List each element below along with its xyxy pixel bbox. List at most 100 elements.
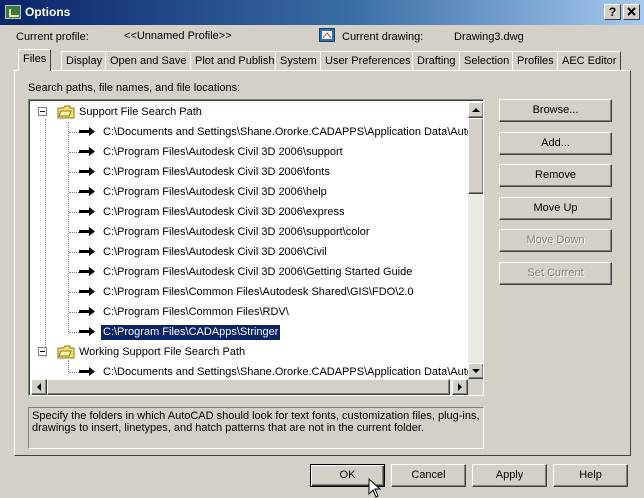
tree-item-label: Support File Search Path	[79, 106, 202, 118]
tab-label: Files	[23, 53, 47, 65]
tab-plot-and-publish[interactable]: Plot and Publish	[190, 51, 280, 70]
arrow-right-icon	[79, 207, 95, 216]
set-current-button[interactable]: Set Current	[499, 262, 612, 285]
folder-icon	[57, 105, 75, 119]
cancel-button[interactable]: Cancel	[391, 464, 466, 487]
arrow-right-icon	[79, 227, 95, 236]
tab-aec-editor[interactable]: AEC Editor	[557, 51, 622, 70]
tree-item-label: C:\Program Files\Autodesk Civil 3D 2006\…	[103, 186, 327, 198]
horizontal-scrollbar[interactable]	[31, 379, 468, 395]
arrow-right-icon	[79, 327, 95, 336]
horizontal-scroll-thumb[interactable]	[47, 379, 450, 395]
tree-path-item[interactable]: C:\Program Files\Autodesk Civil 3D 2006\…	[31, 142, 468, 162]
tree-item-label: C:\Program Files\Autodesk Civil 3D 2006\…	[103, 166, 330, 178]
tree-item-label: C:\Documents and Settings\Shane.Ororke.C…	[103, 126, 468, 138]
tree-folder-working-support-path[interactable]: Working Support File Search Path	[31, 342, 468, 362]
current-drawing-label: Current drawing:	[342, 31, 424, 43]
arrow-up-icon	[472, 108, 480, 112]
close-icon	[627, 7, 636, 16]
tree-path-item[interactable]: C:\Program Files\Autodesk Civil 3D 2006\…	[31, 202, 468, 222]
tab-label: Profiles	[517, 55, 554, 67]
tree-item-label: C:\Program Files\Autodesk Civil 3D 2006\…	[103, 226, 370, 238]
tree-item-label: C:\Program Files\Autodesk Civil 3D 2006\…	[103, 146, 343, 158]
move-up-button[interactable]: Move Up	[499, 197, 612, 220]
scroll-left-button[interactable]	[31, 379, 47, 395]
tab-user-preferences[interactable]: User Preferences	[320, 51, 416, 70]
current-profile-label: Current profile:	[16, 31, 89, 43]
scroll-down-button[interactable]	[468, 363, 483, 379]
scroll-right-button[interactable]	[452, 379, 468, 395]
tab-label: AEC Editor	[562, 55, 617, 67]
move-down-button[interactable]: Move Down	[499, 229, 612, 252]
arrow-left-icon	[37, 383, 41, 391]
title-bar: Options ?	[0, 0, 644, 25]
tree-item-label: C:\Program Files\Common Files\RDV\	[103, 306, 289, 318]
tree-path-item-selected[interactable]: C:\Program Files\CADApps\Stringer	[31, 322, 468, 342]
tab-selection[interactable]: Selection	[459, 51, 515, 70]
tab-system[interactable]: System	[275, 51, 322, 70]
arrow-right-icon	[79, 167, 95, 176]
tab-display[interactable]: Display	[61, 51, 108, 70]
arrow-right-icon	[79, 147, 95, 156]
tree-item-label: C:\Program Files\Autodesk Civil 3D 2006\…	[103, 266, 413, 278]
drawing-icon	[319, 28, 335, 42]
search-path-tree[interactable]: Support File Search Path C:\Documents an…	[28, 99, 484, 396]
tree-item-label: C:\Program Files\Autodesk Civil 3D 2006\…	[103, 206, 345, 218]
tab-open-and-save[interactable]: Open and Save	[105, 51, 192, 70]
mouse-cursor-icon	[368, 478, 382, 498]
current-drawing-value: Drawing3.dwg	[454, 31, 524, 43]
help-button[interactable]: Help	[553, 464, 628, 487]
tab-label: User Preferences	[325, 55, 411, 67]
tree-path-item[interactable]: C:\Documents and Settings\Shane.Ororke.C…	[31, 362, 468, 379]
help-title-button[interactable]: ?	[604, 4, 621, 20]
folder-icon	[57, 345, 75, 359]
tree-path-item[interactable]: C:\Program Files\Common Files\RDV\	[31, 302, 468, 322]
tab-label: Drafting	[417, 55, 456, 67]
tab-label: Display	[66, 55, 103, 67]
arrow-right-icon	[79, 187, 95, 196]
arrow-right-icon	[79, 247, 95, 256]
description-box: Specify the folders in which AutoCAD sho…	[28, 407, 484, 449]
tab-label: Plot and Publish	[195, 55, 275, 67]
browse-button[interactable]: Browse...	[499, 99, 612, 122]
tab-label: Open and Save	[110, 55, 187, 67]
current-profile-value: <<Unnamed Profile>>	[124, 30, 232, 42]
tree-path-item[interactable]: C:\Program Files\Common Files\Autodesk S…	[31, 282, 468, 302]
tree-item-label: Working Support File Search Path	[79, 346, 246, 358]
tree-item-label: C:\Program Files\Autodesk Civil 3D 2006\…	[103, 246, 327, 258]
tree-path-item[interactable]: C:\Program Files\Autodesk Civil 3D 2006\…	[31, 182, 468, 202]
remove-button[interactable]: Remove	[499, 164, 612, 187]
arrow-right-icon	[79, 127, 95, 136]
apply-button[interactable]: Apply	[472, 464, 547, 487]
collapse-icon[interactable]	[38, 107, 47, 116]
arrow-down-icon	[472, 369, 480, 373]
scroll-up-button[interactable]	[468, 102, 483, 118]
tree-item-label: C:\Program Files\Common Files\Autodesk S…	[103, 286, 414, 298]
tree-item-label: C:\Program Files\CADApps\Stringer	[99, 324, 282, 341]
close-window-button[interactable]	[623, 4, 640, 20]
vertical-scroll-thumb[interactable]	[468, 118, 483, 194]
tree-item-label: C:\Documents and Settings\Shane.Ororke.C…	[103, 366, 468, 378]
tab-profiles[interactable]: Profiles	[512, 51, 559, 70]
scrollbar-corner	[468, 379, 483, 395]
tab-label: System	[280, 55, 317, 67]
tree-path-item[interactable]: C:\Program Files\Autodesk Civil 3D 2006\…	[31, 222, 468, 242]
arrow-right-icon	[79, 267, 95, 276]
add-button[interactable]: Add...	[499, 132, 612, 155]
collapse-icon[interactable]	[38, 347, 47, 356]
tree-folder-support-path[interactable]: Support File Search Path	[31, 102, 468, 122]
vertical-scrollbar[interactable]	[468, 102, 483, 379]
tree-rows: Support File Search Path C:\Documents an…	[31, 102, 468, 379]
arrow-right-icon	[79, 367, 95, 376]
app-icon	[5, 5, 21, 19]
tree-path-item[interactable]: C:\Program Files\Autodesk Civil 3D 2006\…	[31, 242, 468, 262]
arrow-right-icon	[458, 383, 462, 391]
arrow-right-icon	[79, 287, 95, 296]
arrow-right-icon	[79, 307, 95, 316]
tab-label: Selection	[464, 55, 510, 67]
tree-path-item[interactable]: C:\Documents and Settings\Shane.Ororke.C…	[31, 122, 468, 142]
tab-drafting[interactable]: Drafting	[412, 51, 461, 70]
tab-files[interactable]: Files	[18, 49, 52, 71]
tree-path-item[interactable]: C:\Program Files\Autodesk Civil 3D 2006\…	[31, 262, 468, 282]
tree-path-item[interactable]: C:\Program Files\Autodesk Civil 3D 2006\…	[31, 162, 468, 182]
